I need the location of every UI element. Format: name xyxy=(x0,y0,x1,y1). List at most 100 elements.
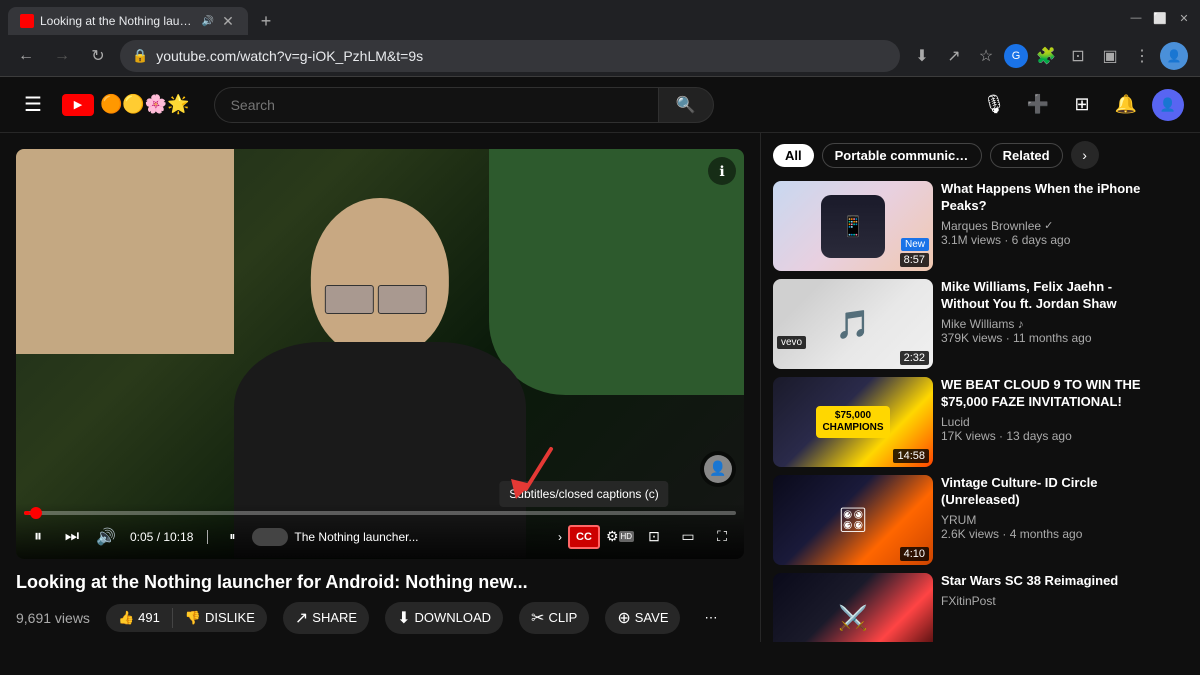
related-video-info: Vintage Culture- ID Circle (Unreleased) … xyxy=(941,475,1148,565)
starwars-graphic: ⚔️ xyxy=(773,573,933,642)
video-background xyxy=(16,149,744,559)
close-button[interactable]: ✕ xyxy=(1176,10,1192,26)
clip-button[interactable]: ✂ CLIP xyxy=(519,602,589,634)
miniplayer-play-button[interactable]: ⏸ xyxy=(218,523,246,551)
progress-bar[interactable] xyxy=(24,511,736,515)
hamburger-menu-button[interactable]: ☰ xyxy=(16,84,50,125)
duration-badge: 8:57 xyxy=(900,253,929,267)
video-info-button[interactable]: ℹ xyxy=(708,157,736,185)
new-badge: New xyxy=(901,238,929,251)
related-channel: Lucid xyxy=(941,415,1148,429)
miniplayer-button[interactable]: ⊡ xyxy=(640,523,668,551)
filter-row: All Portable communication devi... Relat… xyxy=(773,141,1148,169)
cc-button[interactable]: CC xyxy=(568,525,600,549)
maximize-button[interactable]: ⬜ xyxy=(1152,10,1168,26)
video-chapter-title: The Nothing launcher... xyxy=(294,530,552,544)
filter-scroll-button[interactable]: › xyxy=(1071,141,1099,169)
tab-favicon xyxy=(20,14,34,28)
verified-icon: ✓ xyxy=(1044,219,1053,232)
video-meta-row: 9,691 views 👍 491 👎 DISLIKE ↗ xyxy=(16,602,744,634)
notifications-button[interactable]: 🔔 xyxy=(1108,87,1144,123)
thumbnail-image: ⚔️ xyxy=(773,573,933,642)
duration-badge: 14:58 xyxy=(893,449,929,463)
refresh-button[interactable]: ↻ xyxy=(84,42,112,70)
url-bar[interactable]: 🔒 youtube.com/watch?v=g-iOK_PzhLM&t=9s xyxy=(120,40,900,72)
download-icon: ⬇ xyxy=(397,608,410,628)
download-page-button[interactable]: ⬇ xyxy=(908,42,936,70)
phone-graphic: 📱 xyxy=(821,195,885,258)
voice-search-button[interactable]: 🎙 xyxy=(976,87,1012,123)
video-player[interactable]: ℹ 👤 ⏸ ⏭ 🔊 xyxy=(16,149,744,559)
address-bar: ← → ↻ 🔒 youtube.com/watch?v=g-iOK_PzhLM&… xyxy=(0,36,1200,76)
share-page-button[interactable]: ↗ xyxy=(940,42,968,70)
bookmark-button[interactable]: ☆ xyxy=(972,42,1000,70)
pip-toggle[interactable] xyxy=(252,528,288,546)
user-avatar[interactable]: 👤 xyxy=(1152,89,1184,121)
youtube-header: ☰ 🟠🟡🌸🌟 🔍 🎙 ➕ ⊞ 🔔 👤 xyxy=(0,77,1200,133)
theater-mode-button[interactable]: ▭ xyxy=(674,523,702,551)
search-bar: 🔍 xyxy=(214,87,714,123)
menu-button[interactable]: ⋮ xyxy=(1128,42,1156,70)
related-card[interactable]: 🎵 2:32 vevo Mike Williams, Felix Jaehn -… xyxy=(773,279,1148,369)
pause-button[interactable]: ⏸ xyxy=(24,523,52,551)
grammarly-ext[interactable]: G xyxy=(1004,44,1028,68)
like-button[interactable]: 👍 491 xyxy=(106,604,172,632)
tab-bar: Looking at the Nothing laun... 🔊 ✕ + xyxy=(8,1,1124,35)
glasses xyxy=(325,285,436,314)
search-input[interactable] xyxy=(214,87,658,123)
filter-related[interactable]: Related xyxy=(990,143,1063,168)
progress-fill xyxy=(24,511,30,515)
lock-icon: 🔒 xyxy=(132,48,148,64)
browser-chrome: Looking at the Nothing laun... 🔊 ✕ + — ⬜… xyxy=(0,0,1200,77)
volume-button[interactable]: 🔊 xyxy=(92,523,120,551)
related-meta: 3.1M views · 6 days ago xyxy=(941,233,1148,247)
filter-all[interactable]: All xyxy=(773,144,814,167)
duration-badge: 2:32 xyxy=(900,351,929,365)
active-tab[interactable]: Looking at the Nothing laun... 🔊 ✕ xyxy=(8,7,248,35)
related-card[interactable]: 🎛 4:10 Vintage Culture- ID Circle (Unrel… xyxy=(773,475,1148,565)
download-button[interactable]: ⬇ DOWNLOAD xyxy=(385,602,503,634)
related-video-info: Star Wars SC 38 Reimagined FXitinPost xyxy=(941,573,1148,642)
related-card[interactable]: 📱 8:57 New What Happens When the iPhone … xyxy=(773,181,1148,271)
youtube-emojis: 🟠🟡🌸🌟 xyxy=(100,94,190,115)
related-video-info: WE BEAT CLOUD 9 TO WIN THE $75,000 FAZE … xyxy=(941,377,1148,467)
share-button[interactable]: ↗ SHARE xyxy=(283,602,369,634)
video-creator-button[interactable]: 👤 xyxy=(700,451,736,487)
related-card[interactable]: $75,000CHAMPIONS 14:58 WE BEAT CLOUD 9 T… xyxy=(773,377,1148,467)
creator-avatar: 👤 xyxy=(704,455,732,483)
cc-button-wrapper: Subtitles/closed captions (c) CC xyxy=(568,525,600,549)
back-button[interactable]: ← xyxy=(12,42,40,70)
thumb-up-icon: 👍 xyxy=(118,610,134,626)
create-button[interactable]: ➕ xyxy=(1020,87,1056,123)
thumb-down-icon: 👎 xyxy=(185,610,201,626)
related-meta: 2.6K views · 4 months ago xyxy=(941,527,1148,541)
minimize-button[interactable]: — xyxy=(1128,10,1144,26)
view-count: 9,691 views xyxy=(16,610,90,626)
fullscreen-button[interactable]: ⛶ xyxy=(708,523,736,551)
cast-button[interactable]: ⊡ xyxy=(1064,42,1092,70)
sidebar-button[interactable]: ▣ xyxy=(1096,42,1124,70)
main-content: ℹ 👤 ⏸ ⏭ 🔊 xyxy=(0,133,1200,642)
more-options-button[interactable]: ⋯ xyxy=(696,604,725,632)
browser-actions: ⬇ ↗ ☆ G 🧩 ⊡ ▣ ⋮ 👤 xyxy=(908,42,1188,70)
apps-button[interactable]: ⊞ xyxy=(1064,87,1100,123)
profile-button[interactable]: 👤 xyxy=(1160,42,1188,70)
duration-badge: 4:10 xyxy=(900,547,929,561)
dislike-button[interactable]: 👎 DISLIKE xyxy=(173,604,267,632)
new-tab-button[interactable]: + xyxy=(252,7,280,35)
next-button[interactable]: ⏭ xyxy=(58,523,86,551)
search-button[interactable]: 🔍 xyxy=(658,87,714,123)
save-button[interactable]: ⊕ SAVE xyxy=(605,602,680,634)
person-head xyxy=(311,198,449,357)
youtube-logo[interactable]: 🟠🟡🌸🌟 xyxy=(62,94,190,116)
tab-title: Looking at the Nothing laun... xyxy=(40,14,196,28)
settings-button[interactable]: ⚙HD xyxy=(606,523,634,551)
related-videos-list: 📱 8:57 New What Happens When the iPhone … xyxy=(773,181,1148,642)
like-dislike-button[interactable]: 👍 491 👎 DISLIKE xyxy=(106,604,267,632)
related-card[interactable]: ⚔️ Star Wars SC 38 Reimagined FXitinPost xyxy=(773,573,1148,642)
forward-button[interactable]: → xyxy=(48,42,76,70)
related-video-title: What Happens When the iPhone Peaks? xyxy=(941,181,1148,215)
filter-portable[interactable]: Portable communication devi... xyxy=(822,143,982,168)
extensions-button[interactable]: 🧩 xyxy=(1032,42,1060,70)
tab-close-button[interactable]: ✕ xyxy=(220,13,236,29)
